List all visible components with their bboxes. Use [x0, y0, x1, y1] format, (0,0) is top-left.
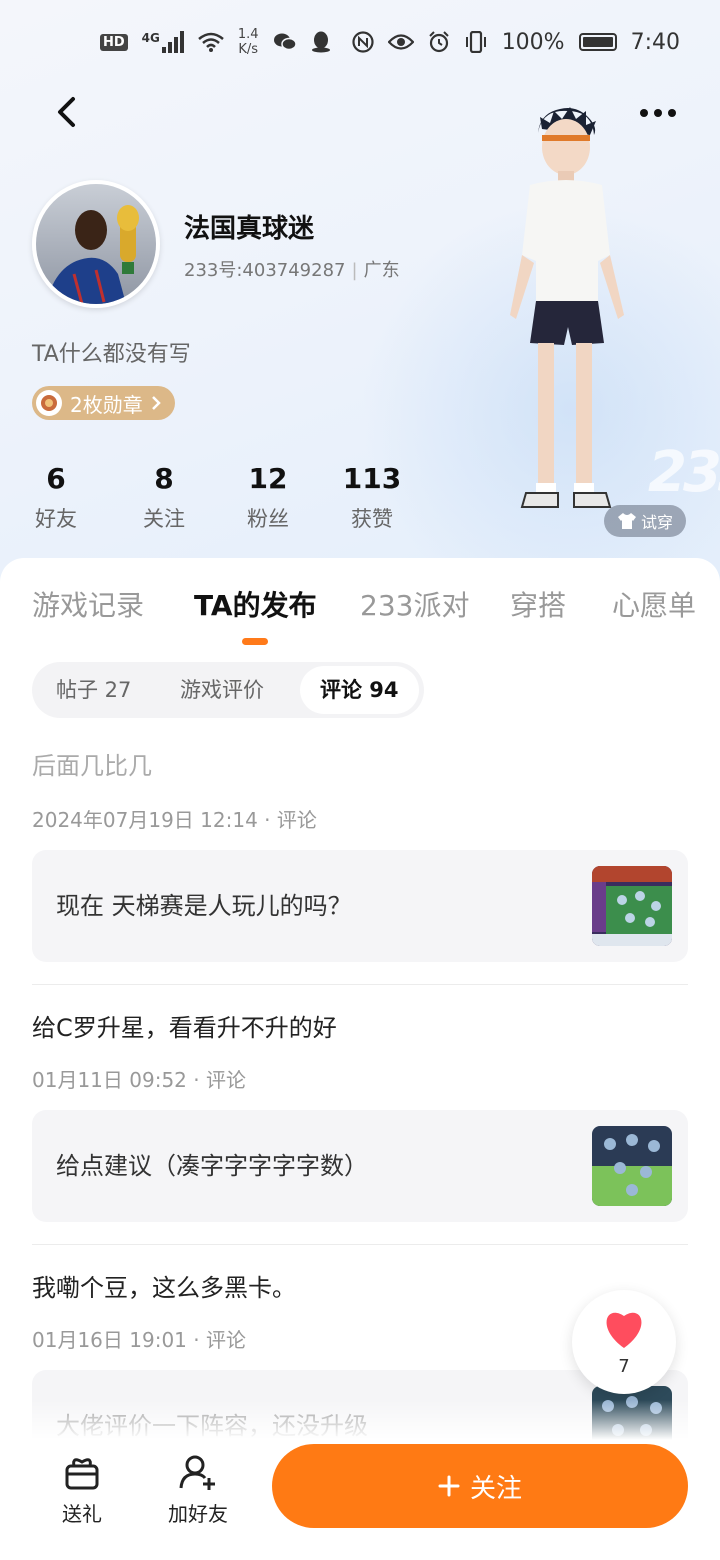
network-type: 4G: [141, 31, 160, 45]
id-separator: |: [351, 260, 358, 281]
qq-icon: [311, 31, 330, 53]
try-on-button[interactable]: 试穿: [604, 505, 686, 537]
stat-label: 获赞: [351, 507, 393, 531]
stat-fans[interactable]: 12 粉丝: [216, 462, 320, 533]
status-bar: HD 4G 1.4 K/s 100% 7:40: [0, 0, 720, 84]
nfc-icon: [352, 31, 374, 53]
profile-stats: 6 好友 8 关注 12 粉丝 113 获赞: [0, 462, 424, 533]
status-right: 100% 7:40: [352, 30, 680, 55]
add-friend-button[interactable]: 加好友: [148, 1452, 248, 1527]
hd-icon: HD: [100, 33, 128, 51]
list-divider: [32, 1244, 688, 1245]
stat-friends[interactable]: 6 好友: [0, 462, 112, 533]
content-filter-segment: 帖子 27 游戏评价 评论 94: [32, 662, 424, 718]
back-arrow-icon: [58, 97, 75, 127]
avatar[interactable]: [32, 180, 160, 308]
tab-wishlist[interactable]: 心愿单: [612, 584, 696, 624]
medal-label: 2枚勋章: [70, 392, 143, 417]
like-float-button[interactable]: 7: [572, 1290, 676, 1394]
profile-id: 233号:403749287: [184, 260, 346, 281]
comment-text[interactable]: 后面几比几: [32, 746, 152, 781]
profile-id-line: 233号:403749287 | 广东: [184, 256, 400, 282]
brand-watermark: 233: [648, 440, 720, 505]
profile-tabs: 游戏记录 TA的发布 233派对 穿搭 心愿单: [0, 580, 720, 650]
referenced-post-card[interactable]: 现在 天梯赛是人玩儿的吗？: [32, 850, 688, 962]
network-speed: 1.4 K/s: [238, 27, 259, 57]
stat-value: 8: [154, 462, 174, 495]
avatar-photo: [36, 184, 156, 304]
gift-icon: [65, 1458, 99, 1490]
back-button[interactable]: [46, 92, 86, 132]
plus-icon: [438, 1475, 460, 1497]
wechat-icon: [273, 33, 297, 51]
stat-value: 6: [46, 462, 66, 495]
tab-outfits[interactable]: 穿搭: [510, 584, 566, 624]
follow-button[interactable]: 关注: [272, 1444, 688, 1528]
eye-icon: [387, 34, 414, 50]
status-left: HD 4G 1.4 K/s: [100, 27, 331, 57]
like-count: 7: [618, 1356, 630, 1377]
referenced-post-title: 现在 天梯赛是人玩儿的吗？: [56, 892, 352, 920]
profile-name: 法国真球迷: [184, 214, 315, 244]
bottom-fade: [0, 1400, 720, 1440]
battery-icon: [578, 33, 617, 51]
add-friend-icon: [179, 1455, 215, 1490]
wifi-icon: [198, 32, 224, 52]
clock: 7:40: [630, 29, 680, 55]
post-thumbnail: [592, 866, 672, 946]
speed-unit: K/s: [238, 42, 259, 57]
stat-value: 113: [342, 462, 402, 495]
signal-icon: 4G: [142, 31, 184, 53]
tab-published[interactable]: TA的发布: [194, 584, 317, 624]
profile-location: 广东: [363, 260, 400, 281]
comment-text[interactable]: 给C罗升星，看看升不升的好: [32, 1008, 337, 1043]
list-divider: [32, 984, 688, 985]
segment-comments[interactable]: 评论 94: [300, 666, 419, 714]
stat-label: 粉丝: [247, 507, 289, 531]
try-on-label: 试穿: [640, 513, 673, 532]
segment-posts[interactable]: 帖子 27: [56, 662, 131, 718]
stat-label: 好友: [35, 507, 77, 531]
tab-game-records[interactable]: 游戏记录: [32, 584, 144, 624]
gift-label: 送礼: [62, 1502, 102, 1526]
follow-label: 关注: [469, 1473, 522, 1504]
comment-meta: 01月11日 09:52 · 评论: [32, 1068, 246, 1092]
add-friend-label: 加好友: [168, 1502, 228, 1526]
chevron-right-icon: [151, 396, 161, 410]
segment-game-reviews[interactable]: 游戏评价: [180, 662, 264, 718]
gift-button[interactable]: 送礼: [32, 1452, 132, 1527]
profile-bio: TA什么都没有写: [32, 342, 191, 367]
stat-following[interactable]: 8 关注: [112, 462, 216, 533]
avatar-character-figure: [510, 107, 624, 508]
comment-text[interactable]: 我嘞个豆，这么多黑卡。: [32, 1268, 296, 1303]
shirt-icon: [617, 513, 636, 529]
comment-meta: 2024年07月19日 12:14 · 评论: [32, 808, 317, 832]
medal-badge-button[interactable]: 2枚勋章: [32, 386, 175, 420]
stat-label: 关注: [143, 507, 185, 531]
vibrate-icon: [465, 31, 486, 53]
medal-icon: [36, 390, 62, 416]
heart-icon: [606, 1312, 642, 1348]
comment-meta: 01月16日 19:01 · 评论: [32, 1328, 246, 1352]
alarm-icon: [428, 31, 449, 53]
battery-percent: 100%: [501, 29, 565, 55]
referenced-post-card[interactable]: 给点建议（凑字字字字字数）: [32, 1110, 688, 1222]
stat-value: 12: [248, 462, 288, 495]
active-tab-indicator: [242, 638, 268, 645]
tab-233-party[interactable]: 233派对: [360, 584, 469, 624]
stat-likes[interactable]: 113 获赞: [320, 462, 424, 533]
referenced-post-title: 给点建议（凑字字字字字数）: [56, 1152, 368, 1180]
post-thumbnail: [592, 1126, 672, 1206]
speed-value: 1.4: [237, 27, 259, 42]
